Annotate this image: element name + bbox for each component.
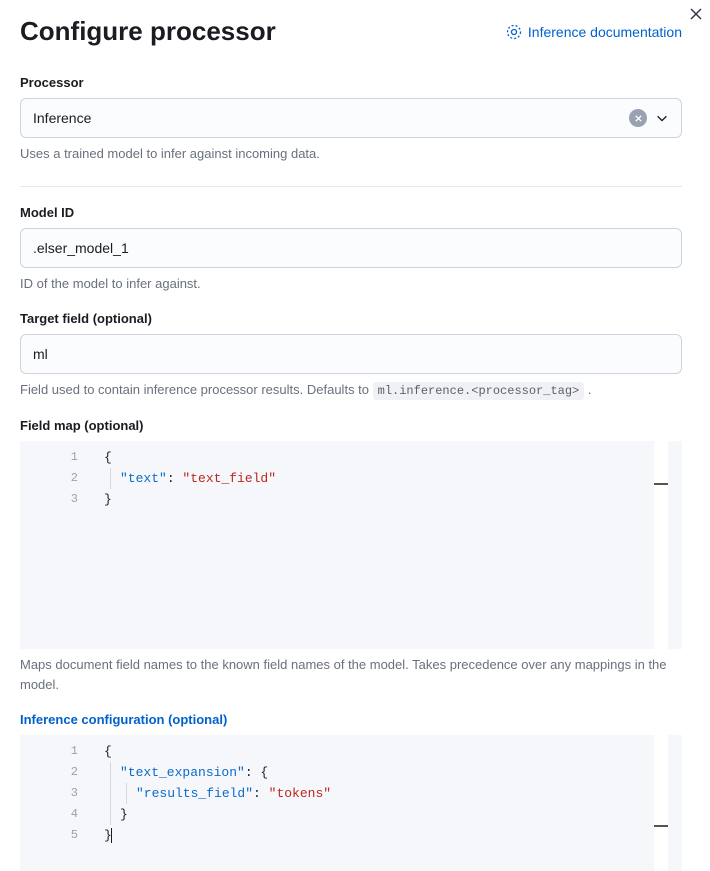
chevron-down-icon[interactable] <box>655 111 669 125</box>
inference-config-label[interactable]: Inference configuration (optional) <box>20 712 682 727</box>
doc-link-label: Inference documentation <box>528 24 682 40</box>
target-field-label: Target field (optional) <box>20 311 682 326</box>
clear-icon[interactable] <box>629 109 647 127</box>
scroll-container[interactable]: Configure processor Inference documentat… <box>0 0 710 871</box>
field-map-editor[interactable]: 123 {"text": "text_field"} <box>20 441 682 649</box>
model-id-label: Model ID <box>20 205 682 220</box>
field-map-label: Field map (optional) <box>20 418 682 433</box>
field-map-description: Maps document field names to the known f… <box>20 655 682 694</box>
inference-config-editor[interactable]: 12345 {"text_expansion": {"results_field… <box>20 735 682 871</box>
processor-select[interactable]: Inference <box>20 98 682 138</box>
close-icon[interactable] <box>688 6 704 22</box>
inference-documentation-link[interactable]: Inference documentation <box>506 24 682 40</box>
model-id-input[interactable] <box>20 228 682 268</box>
processor-description: Uses a trained model to infer against in… <box>20 144 682 164</box>
processor-value: Inference <box>33 110 629 126</box>
model-id-description: ID of the model to infer against. <box>20 274 682 294</box>
target-field-input[interactable] <box>20 334 682 374</box>
target-field-description: Field used to contain inference processo… <box>20 380 682 400</box>
help-icon <box>506 24 522 40</box>
page-title: Configure processor <box>20 16 276 47</box>
divider <box>20 186 682 187</box>
processor-label: Processor <box>20 75 682 90</box>
